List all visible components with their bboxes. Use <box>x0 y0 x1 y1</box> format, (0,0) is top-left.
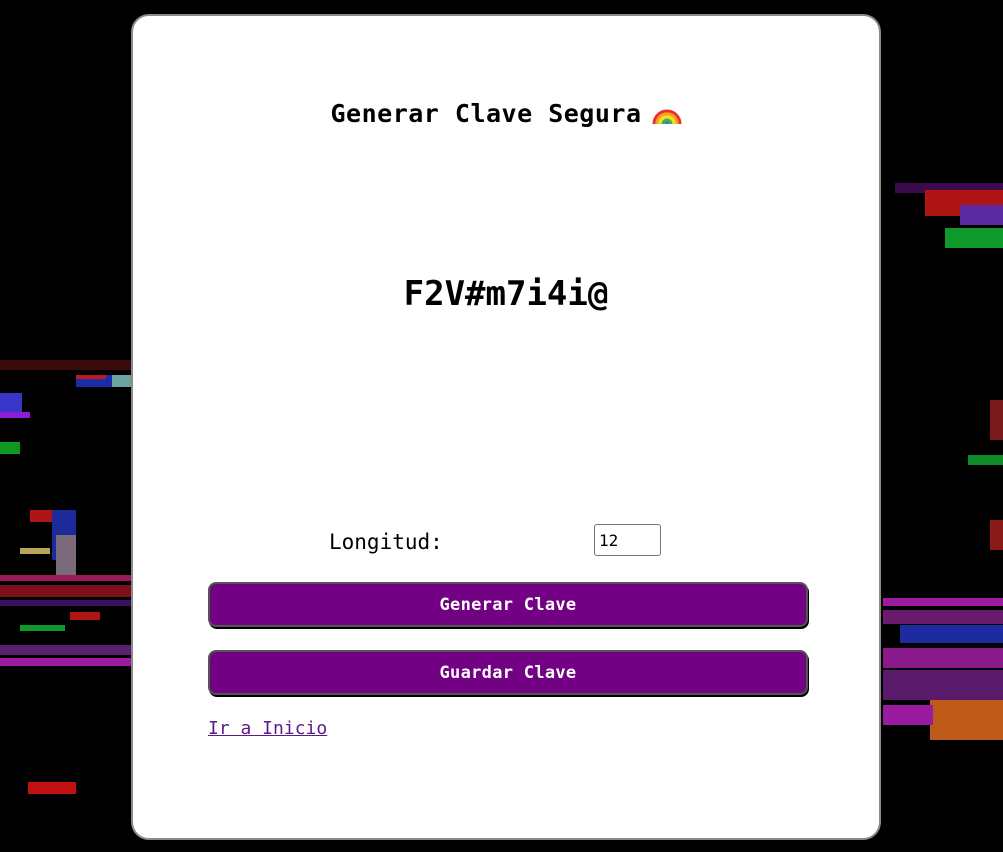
home-link[interactable]: Ir a Inicio <box>208 718 327 739</box>
length-input[interactable] <box>594 524 661 556</box>
generate-password-button[interactable]: Generar Clave <box>208 582 808 627</box>
page-title-text: Generar Clave Segura <box>330 99 642 128</box>
length-label: Longitud: <box>329 530 443 554</box>
password-card: Generar Clave Segura F2V#m7i4i@ Longitud… <box>131 14 881 840</box>
save-password-button[interactable]: Guardar Clave <box>208 650 808 695</box>
save-button-label: Guardar Clave <box>439 662 577 683</box>
generated-password: F2V#m7i4i@ <box>403 274 609 314</box>
generate-button-label: Generar Clave <box>439 594 577 615</box>
page-title: Generar Clave Segura <box>133 98 879 132</box>
length-row: Longitud: <box>329 524 669 558</box>
rainbow-icon <box>652 98 682 132</box>
